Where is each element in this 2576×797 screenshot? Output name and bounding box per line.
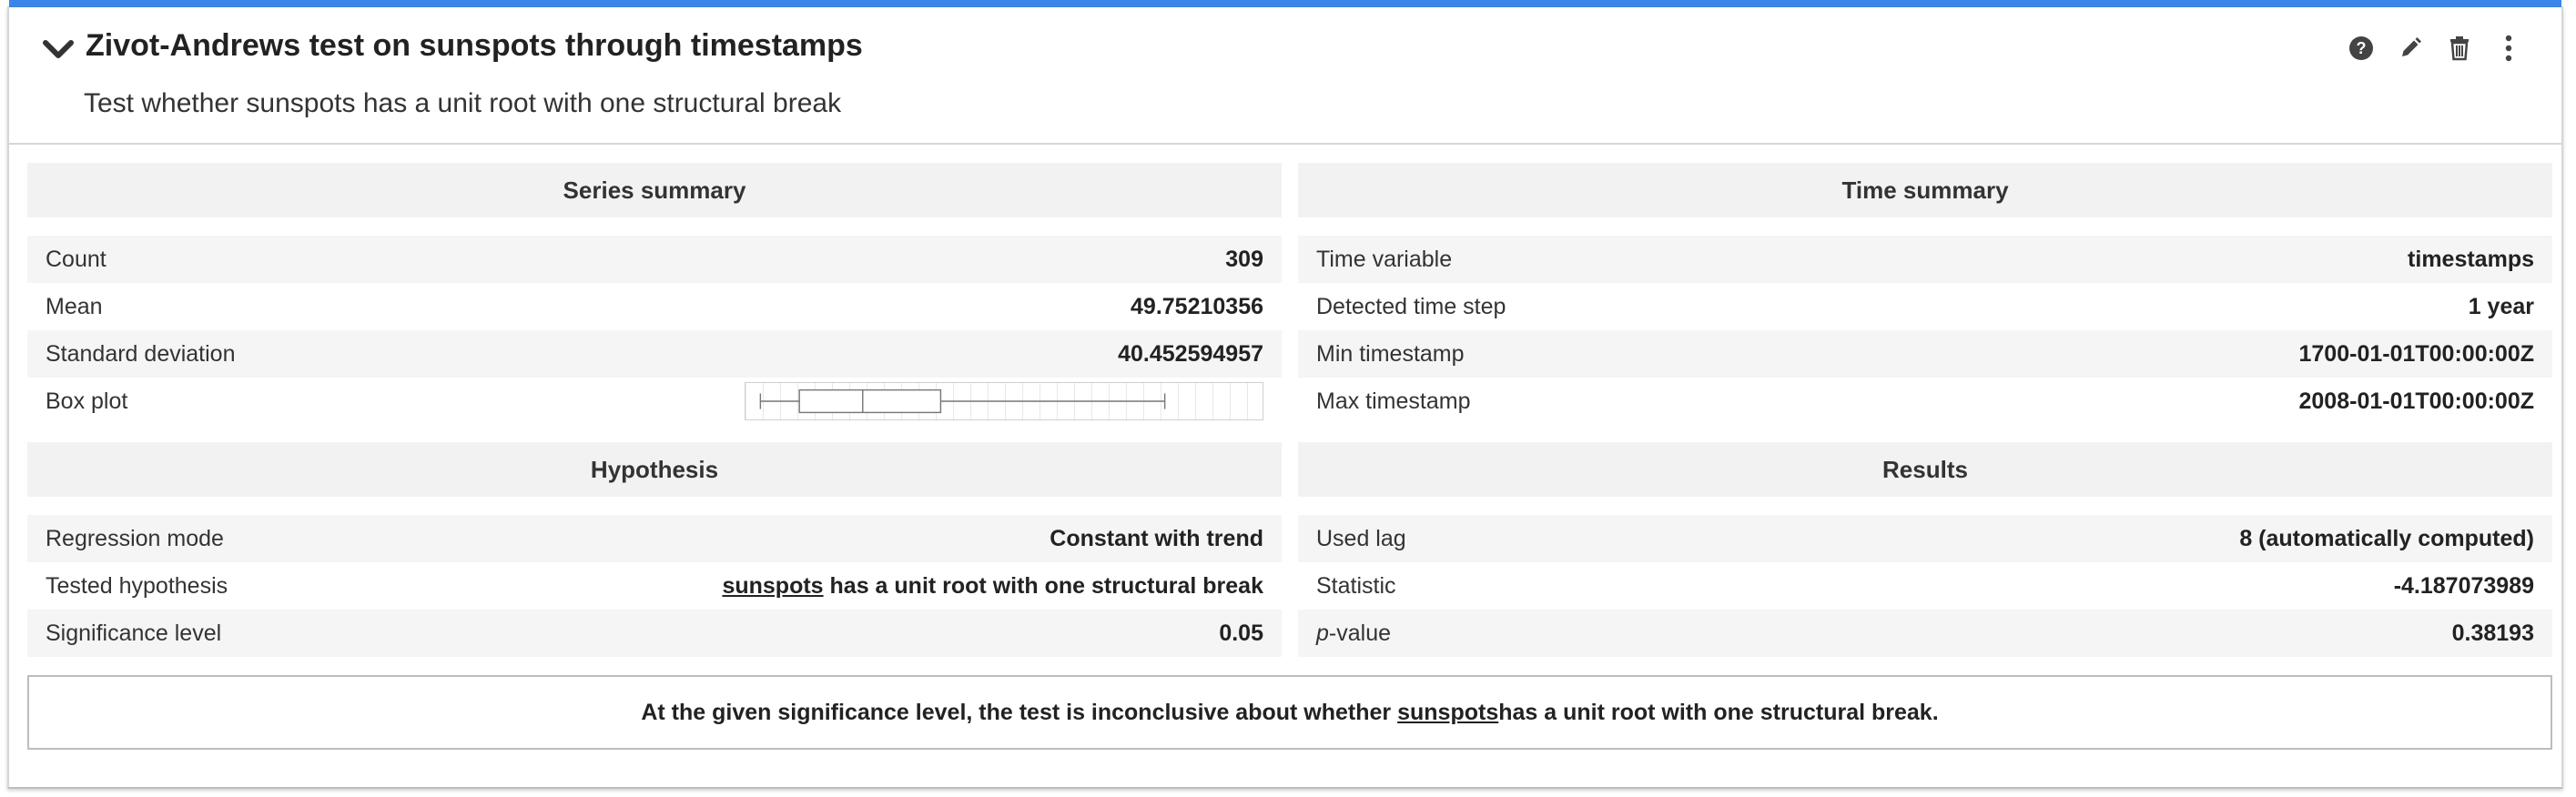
time-variable-row: Time variable timestamps: [1298, 236, 2552, 283]
row-label: Detected time step: [1316, 293, 1506, 319]
row-value: 1 year: [2468, 293, 2534, 319]
p-value-row: p-value 0.38193: [1298, 610, 2552, 657]
conclusion-box: At the given significance level, the tes…: [27, 675, 2552, 750]
row-label: Standard deviation: [46, 340, 236, 367]
max-timestamp-row: Max timestamp 2008-01-01T00:00:00Z: [1298, 378, 2552, 425]
row-value: 2008-01-01T00:00:00Z: [2298, 388, 2535, 414]
conclusion-prefix: At the given significance level, the tes…: [641, 699, 1392, 725]
svg-text:?: ?: [2357, 39, 2367, 57]
min-timestamp-row: Min timestamp 1700-01-01T00:00:00Z: [1298, 330, 2552, 378]
tested-hypothesis-row: Tested hypothesis sunspots has a unit ro…: [27, 562, 1282, 610]
row-label: Max timestamp: [1316, 388, 1471, 414]
row-label: Box plot: [46, 388, 128, 414]
row-value: -4.187073989: [2393, 572, 2534, 599]
row-value: Constant with trend: [1050, 525, 1263, 551]
row-label: Significance level: [46, 620, 222, 646]
regression-mode-row: Regression mode Constant with trend: [27, 515, 1282, 562]
row-label: Time variable: [1316, 246, 1453, 272]
mean-row: Mean 49.75210356: [27, 283, 1282, 330]
std-dev-row: Standard deviation 40.452594957: [27, 330, 1282, 378]
row-label: Count: [46, 246, 106, 272]
row-value: 49.75210356: [1131, 293, 1263, 319]
used-lag-row: Used lag 8 (automatically computed): [1298, 515, 2552, 562]
row-label: Statistic: [1316, 572, 1396, 599]
row-value: 8 (automatically computed): [2239, 525, 2534, 551]
row-label: Tested hypothesis: [46, 572, 228, 599]
series-summary-title: Series summary: [27, 163, 1282, 217]
p-italic: p: [1316, 620, 1329, 646]
statistic-row: Statistic -4.187073989: [1298, 562, 2552, 610]
conclusion-variable: sunspots: [1397, 699, 1499, 725]
zivot-andrews-card: Zivot-Andrews test on sunspots through t…: [7, 0, 2563, 789]
card-title: Zivot-Andrews test on sunspots through t…: [86, 28, 863, 63]
edit-icon[interactable]: [2396, 32, 2425, 65]
card-subtitle: Test whether sunspots has a unit root wi…: [84, 88, 842, 118]
chevron-down-icon[interactable]: [40, 32, 76, 68]
row-value: 40.452594957: [1118, 340, 1263, 367]
row-label: Min timestamp: [1316, 340, 1465, 367]
hypothesis-title: Hypothesis: [27, 442, 1282, 497]
row-value: sunspots has a unit root with one struct…: [722, 573, 1263, 600]
more-icon[interactable]: [2494, 32, 2523, 65]
hypothesis-text: has a unit root with one structural brea…: [823, 572, 1263, 599]
row-label: Used lag: [1316, 525, 1406, 551]
row-value: 0.38193: [2451, 620, 2534, 646]
time-summary-section: Time summary Time variable timestamps De…: [1298, 163, 2552, 425]
box-plot-box: [798, 388, 942, 414]
time-summary-title: Time summary: [1298, 163, 2552, 217]
row-label: Mean: [46, 293, 103, 319]
trash-icon[interactable]: [2445, 32, 2474, 65]
results-title: Results: [1298, 442, 2552, 497]
variable-name: sunspots: [722, 572, 824, 599]
box-plot: [745, 382, 1263, 420]
time-step-row: Detected time step 1 year: [1298, 283, 2552, 330]
help-icon[interactable]: ?: [2347, 32, 2376, 65]
row-value: 1700-01-01T00:00:00Z: [2298, 340, 2535, 367]
series-summary-section: Series summary Count 309 Mean 49.7521035…: [27, 163, 1282, 425]
row-label: Regression mode: [46, 525, 224, 551]
p-value-label-rest: -value: [1328, 620, 1391, 646]
results-section: Results Used lag 8 (automatically comput…: [1298, 442, 2552, 657]
row-label: p-value: [1316, 620, 1391, 647]
row-value: 0.05: [1219, 620, 1263, 646]
box-plot-row: Box plot: [27, 378, 1282, 425]
hypothesis-section: Hypothesis Regression mode Constant with…: [27, 442, 1282, 657]
significance-level-row: Significance level 0.05: [27, 610, 1282, 657]
header-actions: ?: [2347, 32, 2523, 65]
conclusion-suffix: has a unit root with one structural brea…: [1498, 699, 1939, 725]
row-value: 309: [1225, 246, 1263, 272]
card-header: Zivot-Andrews test on sunspots through t…: [9, 6, 2561, 145]
row-value: timestamps: [2408, 246, 2534, 272]
count-row: Count 309: [27, 236, 1282, 283]
